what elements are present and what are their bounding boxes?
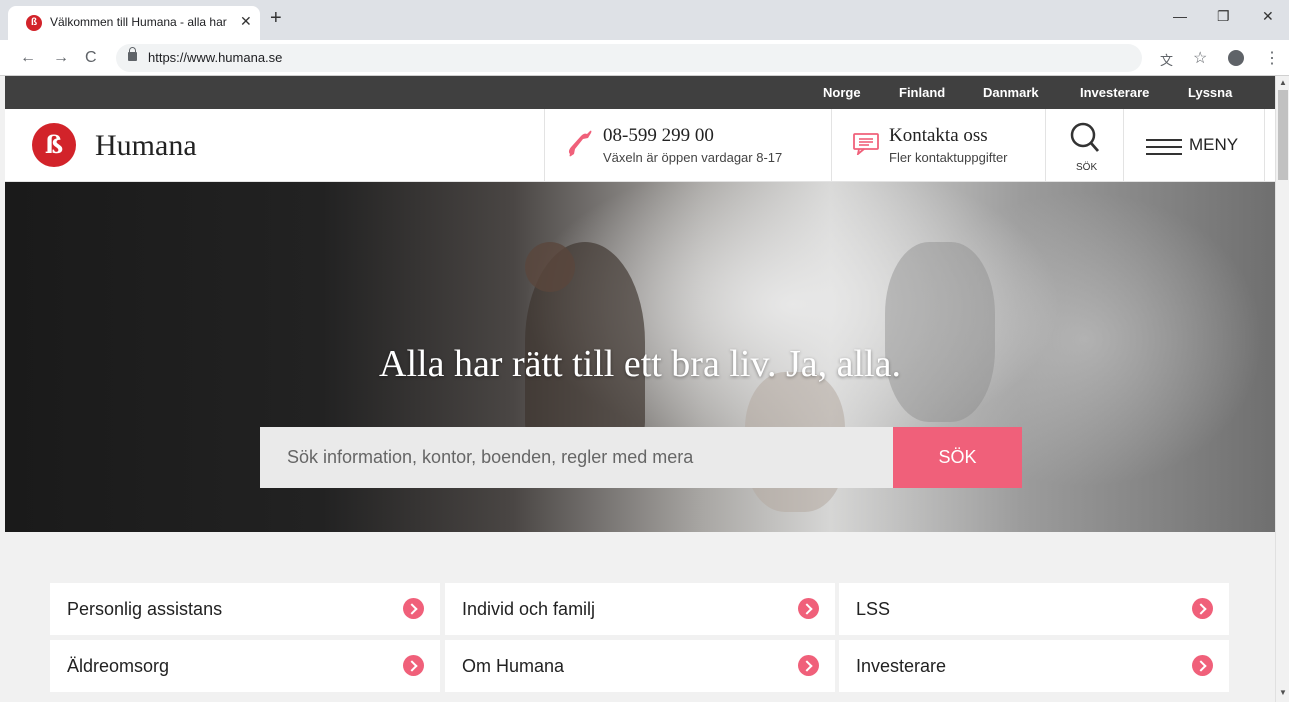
url-text: https://www.humana.se	[148, 50, 283, 65]
header-divider	[1264, 109, 1265, 182]
tab-close-icon[interactable]: ✕	[240, 13, 252, 30]
chat-icon	[853, 133, 879, 155]
top-navigation: Norge Finland Danmark Investerare Lyssna	[5, 76, 1275, 109]
logo-text[interactable]: Humana	[95, 129, 197, 163]
page: Norge Finland Danmark Investerare Lyssna…	[5, 76, 1275, 702]
phone-number[interactable]: 08-599 299 00	[603, 125, 714, 147]
minimize-button[interactable]: —	[1173, 8, 1187, 24]
category-investerare[interactable]: Investerare	[839, 640, 1229, 692]
category-personlig-assistans[interactable]: Personlig assistans	[50, 583, 440, 635]
phone-hours: Växeln är öppen vardagar 8-17	[603, 150, 783, 165]
address-bar[interactable]: https://www.humana.se	[116, 44, 1142, 72]
scroll-thumb[interactable]	[1278, 90, 1288, 180]
header-divider	[544, 109, 545, 182]
bookmark-star-icon[interactable]: ☆	[1193, 48, 1207, 68]
forward-icon[interactable]: →	[53, 49, 69, 67]
hero-photo-ampersand	[885, 242, 995, 422]
menu-label[interactable]: MENY	[1189, 135, 1238, 155]
header-divider	[831, 109, 832, 182]
site-header: ß Humana 08-599 299 00 Växeln är öppen v…	[5, 109, 1275, 182]
phone-icon	[568, 130, 592, 157]
category-lss[interactable]: LSS	[839, 583, 1229, 635]
back-icon[interactable]: ←	[20, 49, 36, 67]
category-label: Individ och familj	[462, 599, 596, 619]
browser-menu-icon[interactable]: ⋮	[1264, 48, 1280, 68]
tab-title: Välkommen till Humana - alla har	[50, 15, 227, 29]
category-label: LSS	[856, 599, 891, 619]
topnav-investerare[interactable]: Investerare	[1080, 85, 1149, 100]
search-label[interactable]: SÖK	[1076, 162, 1097, 173]
arrow-right-icon	[403, 598, 424, 619]
category-individ-och-familj[interactable]: Individ och familj	[445, 583, 835, 635]
hero-search-input[interactable]	[260, 427, 893, 488]
close-window-button[interactable]: ✕	[1262, 8, 1274, 25]
arrow-right-icon	[1192, 655, 1213, 676]
contact-sub-link[interactable]: Fler kontaktuppgifter	[889, 150, 1008, 165]
scroll-up-icon[interactable]: ▲	[1279, 78, 1287, 87]
category-label: Investerare	[856, 656, 947, 676]
browser-tabstrip: ß Välkommen till Humana - alla har ✕ + —…	[0, 0, 1289, 40]
topnav-danmark[interactable]: Danmark	[983, 85, 1039, 100]
arrow-right-icon	[403, 655, 424, 676]
humana-favicon-icon: ß	[26, 15, 42, 31]
hamburger-menu-icon[interactable]	[1146, 138, 1182, 156]
arrow-right-icon	[798, 655, 819, 676]
page-scrollbar[interactable]: ▲ ▼	[1275, 76, 1289, 702]
topnav-lyssna[interactable]: Lyssna	[1188, 85, 1232, 100]
translate-icon[interactable]: 文	[1160, 50, 1173, 69]
restore-button[interactable]: ❐	[1217, 8, 1230, 25]
browser-toolbar: ← → C https://www.humana.se 文 ☆ ⋮	[0, 40, 1289, 76]
category-label: Om Humana	[462, 656, 565, 676]
header-divider	[1123, 109, 1124, 182]
scroll-down-icon[interactable]: ▼	[1279, 688, 1287, 697]
browser-tab[interactable]: ß Välkommen till Humana - alla har ✕	[8, 6, 260, 40]
hero-search-button[interactable]: SÖK	[893, 427, 1022, 488]
new-tab-button[interactable]: +	[270, 7, 282, 30]
topnav-norge[interactable]: Norge	[823, 85, 861, 100]
reload-icon[interactable]: C	[85, 49, 97, 67]
contact-link[interactable]: Kontakta oss	[889, 125, 988, 147]
category-label: Personlig assistans	[67, 599, 223, 619]
search-icon[interactable]	[1065, 119, 1105, 159]
hero-photo-head	[525, 242, 575, 292]
profile-icon[interactable]	[1228, 50, 1244, 66]
humana-logo-icon[interactable]: ß	[32, 123, 76, 167]
hero-banner: Alla har rätt till ett bra liv. Ja, alla…	[5, 182, 1275, 532]
category-om-humana[interactable]: Om Humana	[445, 640, 835, 692]
hero-title: Alla har rätt till ett bra liv. Ja, alla…	[379, 343, 901, 385]
header-divider	[1045, 109, 1046, 182]
category-aldreomsorg[interactable]: Äldreomsorg	[50, 640, 440, 692]
arrow-right-icon	[798, 598, 819, 619]
arrow-right-icon	[1192, 598, 1213, 619]
lock-icon	[128, 47, 137, 61]
topnav-finland[interactable]: Finland	[899, 85, 945, 100]
category-label: Äldreomsorg	[67, 656, 170, 676]
